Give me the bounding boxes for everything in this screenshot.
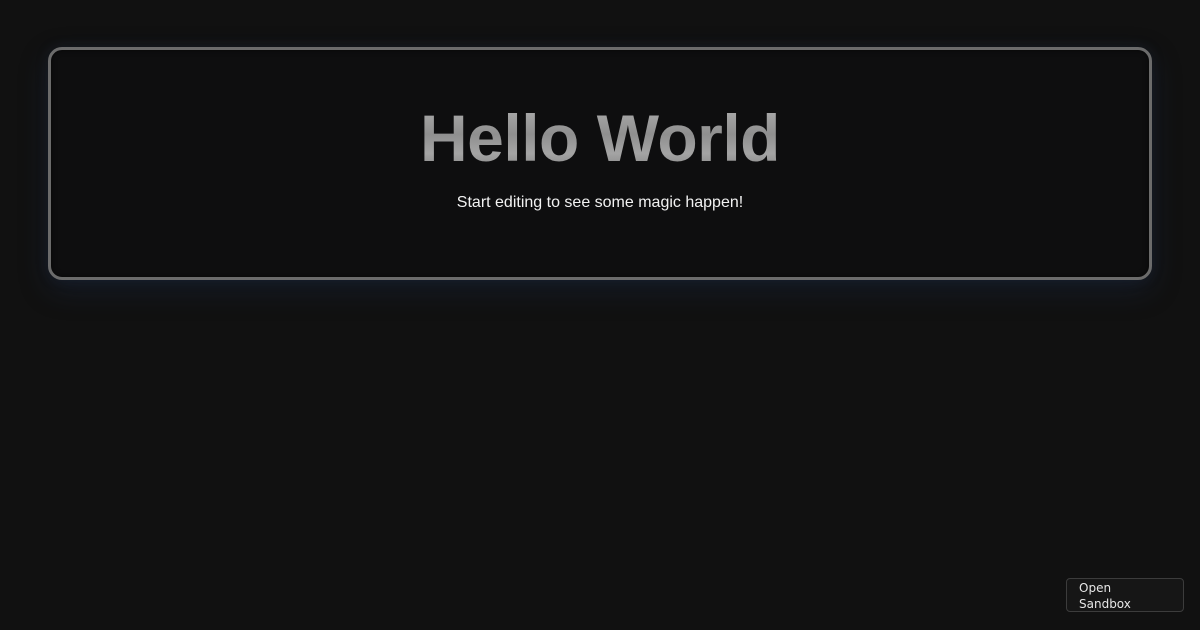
- open-sandbox-label: Open Sandbox: [1079, 581, 1131, 611]
- hero-card: Hello World Start editing to see some ma…: [48, 47, 1152, 280]
- open-sandbox-button[interactable]: Open Sandbox: [1066, 578, 1184, 612]
- hero-title: Hello World: [51, 100, 1149, 176]
- hero-subtitle: Start editing to see some magic happen!: [456, 194, 744, 211]
